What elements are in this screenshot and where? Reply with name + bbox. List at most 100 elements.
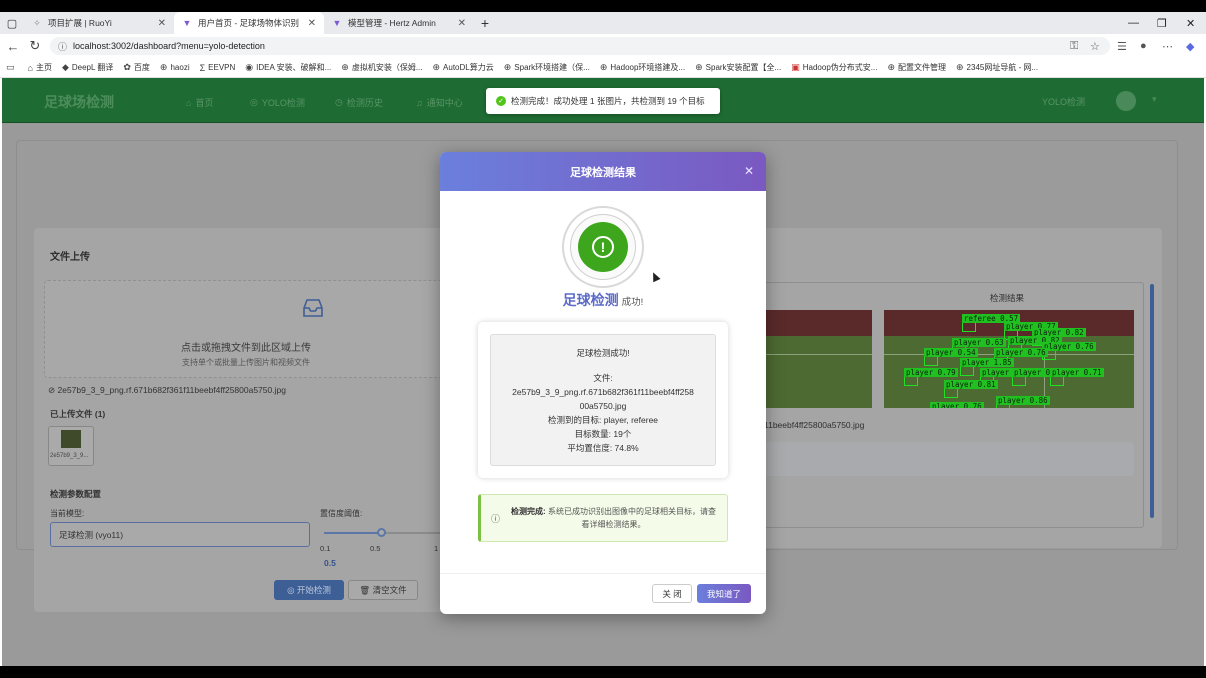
tab-title: 模型管理 - Hertz Admin <box>348 18 436 28</box>
detected-image[interactable]: referee 0.57 player 0.77 player 0.82 player… <box>884 310 1134 408</box>
url-text: localhost:3002/dashboard?menu=yolo-detec… <box>73 41 265 51</box>
detection-label: player 0.63 <box>952 338 1006 347</box>
slider-fill <box>324 532 382 534</box>
restore-icon[interactable]: ❐ <box>1157 12 1167 34</box>
vite-icon: ▼ <box>182 18 192 28</box>
info-file-label: 文件: <box>593 373 613 383</box>
bell-icon: ♫ <box>416 97 423 108</box>
nav-home[interactable]: ⌂ 首页 <box>186 96 213 109</box>
back-icon[interactable]: ← <box>2 39 24 54</box>
confidence-label: 置信度阈值: <box>320 509 363 518</box>
close-window-icon[interactable]: ✕ <box>1186 12 1195 34</box>
bookmark-item[interactable]: ◉ IDEA 安装、破解和... <box>245 62 331 73</box>
reading-icon[interactable]: ▭ <box>6 62 18 73</box>
bookmark-item[interactable]: ◆ DeepL 翻译 <box>62 62 113 73</box>
modal-close-button[interactable]: 关 闭 <box>652 584 692 603</box>
modal-divider <box>440 573 766 574</box>
tab-dashboard[interactable]: ▼ 用户首页 - 足球场物体识别 ✕ <box>174 12 324 34</box>
nav-history[interactable]: ◷ 检测历史 <box>335 96 383 109</box>
info-icon: ⓘ <box>491 513 501 524</box>
status-badge: ! <box>578 222 628 272</box>
upload-dropzone[interactable]: 点击或拖拽文件到此区域上传 支持单个或批量上传图片和视频文件 <box>44 280 448 378</box>
clock-icon: ◷ <box>335 97 343 107</box>
copilot-icon[interactable]: ◆ <box>1186 34 1194 58</box>
chevron-down-icon[interactable]: ▾ <box>1152 94 1157 105</box>
notice-text: 检测完成: 系统已成功识别出图像中的足球相关目标，请查看详细检测结果。 <box>511 507 716 529</box>
nav-yolo[interactable]: ◎ YOLO检测 <box>250 96 305 109</box>
target-icon: ◎ <box>250 97 258 107</box>
detection-box <box>904 376 918 386</box>
detection-label: player 1.85 <box>960 358 1014 367</box>
bookmark-item[interactable]: ⊕ 配置文件管理 <box>887 62 946 73</box>
avatar[interactable] <box>1116 91 1136 111</box>
new-tab-icon[interactable]: + <box>474 12 496 34</box>
modal-title: 足球检测结果 <box>570 166 636 179</box>
info-count: 目标数量: 19个 <box>574 429 632 439</box>
clear-files-button[interactable]: 🗑 清空文件 <box>348 580 418 600</box>
bookmark-item[interactable]: ⊕ Hadoop环境搭建及... <box>600 62 685 73</box>
acknowledge-button[interactable]: 我知道了 <box>697 584 751 603</box>
confidence-slider[interactable] <box>324 528 454 537</box>
tab-hertz[interactable]: ▼ 模型管理 - Hertz Admin ✕ <box>324 12 474 34</box>
model-select[interactable]: 足球检测 (vyo11) <box>50 522 310 547</box>
info-avg-confidence: 平均置信度: 74.8% <box>567 443 639 453</box>
bookmark-item[interactable]: ⊕ Spark安装配置【全... <box>695 62 781 73</box>
file-thumbnail[interactable]: 2e57b9_3_9... <box>48 426 94 466</box>
close-tab-icon[interactable]: ✕ <box>308 18 316 29</box>
tab-ruoyi[interactable]: ✧ 项目扩展 | RuoYi ✕ <box>24 12 174 34</box>
close-tab-icon[interactable]: ✕ <box>158 18 166 29</box>
slider-handle[interactable] <box>377 528 387 537</box>
tab-actions-icon[interactable]: ▢ <box>0 12 24 34</box>
bookmark-item[interactable]: ✿ 百度 <box>123 62 150 73</box>
params-title: 检测参数配置 <box>50 489 102 499</box>
bookmark-item[interactable]: ▣ Hadoop伪分布式安... <box>791 62 877 73</box>
yolo-detect-link[interactable]: YOLO检测 <box>1042 95 1085 108</box>
confidence-value: 0.5 <box>324 558 336 568</box>
home-icon: ⌂ <box>186 97 192 108</box>
close-tab-icon[interactable]: ✕ <box>458 18 466 29</box>
play-icon: ◎ <box>287 584 297 595</box>
result-file-name: 11beebf4ff25800a5750.jpg <box>764 420 865 430</box>
favorites-icon[interactable]: ☰ <box>1117 34 1127 58</box>
status-ring: ! <box>562 206 644 288</box>
status-title-sub: 成功! <box>621 297 644 308</box>
star-icon[interactable]: ☆ <box>1090 34 1100 58</box>
profile-icon[interactable]: ● <box>1140 34 1147 58</box>
close-icon[interactable]: ✕ <box>744 164 754 178</box>
bookmarks-bar: ▭ ⌂ 主页 ◆ DeepL 翻译 ✿ 百度 ⊕ haozi Σ EEVPN ◉ IDEA … <box>0 58 1206 78</box>
bookmark-item[interactable]: ⊕ Spark环境搭建（保... <box>504 62 590 73</box>
toast-text: 检测完成！成功处理 1 张图片，共检测到 19 个目标 <box>511 96 705 106</box>
bookmark-item[interactable]: ⊕ haozi <box>160 62 190 73</box>
crowd-area <box>764 310 872 336</box>
reload-icon[interactable]: ↻ <box>24 38 46 54</box>
info-file-name: 2e57b9_3_9_png.rf.671b682f361f11beebf4ff… <box>512 387 694 397</box>
thumbnail-caption: 2e57b9_3_9... <box>50 453 89 459</box>
minimize-icon[interactable]: — <box>1128 12 1139 34</box>
slider-tick: 0.1 <box>320 544 331 553</box>
more-icon[interactable]: ⋯ <box>1162 34 1173 58</box>
bookmark-item[interactable]: ⊕ AutoDL算力云 <box>433 62 494 73</box>
bookmark-item[interactable]: ⊕ 2345网址导航 - 网... <box>956 62 1038 73</box>
address-bar: ← ↻ ⓘ localhost:3002/dashboard?menu=yolo… <box>0 34 1206 58</box>
trash-icon: 🗑 <box>359 584 373 595</box>
nav-notifications[interactable]: ♫ 通知中心 <box>416 96 463 109</box>
detection-label: player 0.76 <box>930 402 984 408</box>
url-input[interactable]: ⓘ localhost:3002/dashboard?menu=yolo-det… <box>50 37 1110 55</box>
bookmark-item[interactable]: ⌂ 主页 <box>28 62 52 73</box>
brand-logo: 足球场检测 <box>44 94 114 110</box>
detection-label: player 0.76 <box>1042 342 1096 351</box>
detection-label: player 0.76 <box>994 348 1048 357</box>
key-icon[interactable]: ⚿ <box>1070 34 1078 58</box>
upload-title: 文件上传 <box>50 252 90 263</box>
start-detect-button[interactable]: ◎ 开始检测 <box>274 580 344 600</box>
detection-label: player 0.71 <box>1050 368 1104 377</box>
info-targets: 检测到的目标: player, referee <box>547 415 659 425</box>
bookmark-item[interactable]: ⊕ 虚拟机安装（保姆... <box>341 62 422 73</box>
exclamation-icon: ! <box>592 236 614 258</box>
detection-box <box>960 366 974 376</box>
detection-label: player 0.54 <box>924 348 978 357</box>
scrollbar[interactable] <box>1150 284 1154 518</box>
bookmark-item[interactable]: Σ EEVPN <box>200 63 236 73</box>
uploaded-file-name[interactable]: ⊘ 2e57b9_3_9_png.rf.671b682f361f11beebf4… <box>48 385 286 396</box>
tab-title: 用户首页 - 足球场物体识别 <box>198 18 300 28</box>
